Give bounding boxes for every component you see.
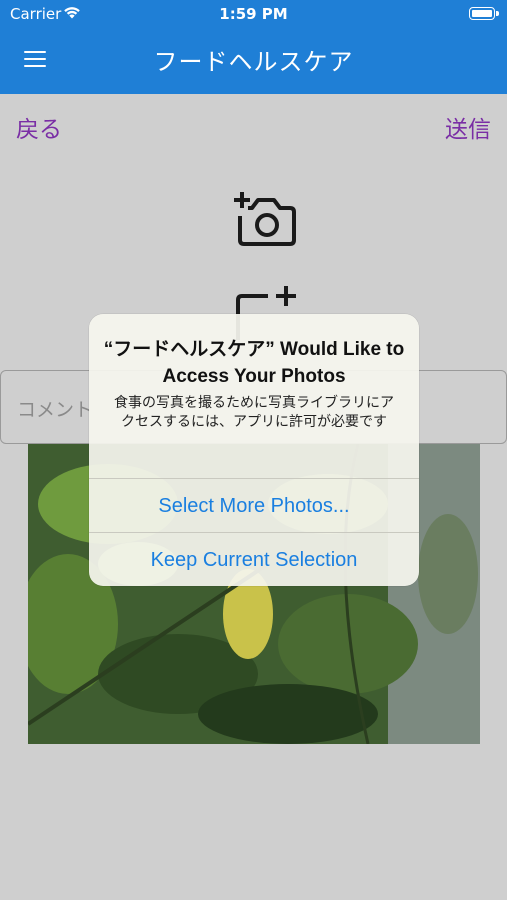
keep-current-selection-button[interactable]: Keep Current Selection	[89, 533, 419, 587]
alert-message: 食事の写真を撮るために写真ライブラリにアクセスするには、アプリに許可が必要です	[114, 395, 394, 430]
select-more-photos-button[interactable]: Select More Photos...	[89, 479, 419, 533]
photo-permission-alert: “フードヘルスケア” Would Like to Access Your Pho…	[89, 314, 419, 586]
alert-title: “フードヘルスケア” Would Like to Access Your Pho…	[103, 339, 405, 387]
